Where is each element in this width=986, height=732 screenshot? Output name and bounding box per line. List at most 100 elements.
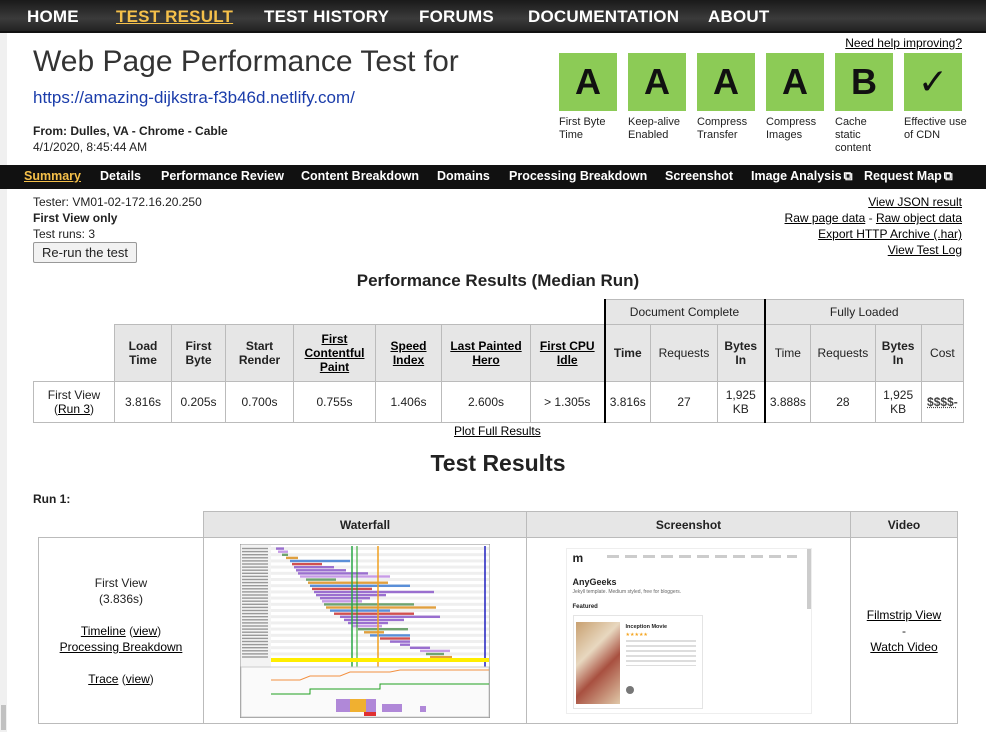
separator: -: [865, 211, 876, 225]
col-speed-index-link[interactable]: Speed Index: [390, 339, 426, 367]
cost-link[interactable]: $$$$-: [927, 395, 958, 409]
tab-image-analysis-label: Image Analysis: [751, 169, 842, 183]
nav-test-history[interactable]: TEST HISTORY: [264, 7, 389, 27]
trace-view-link[interactable]: view: [126, 672, 150, 686]
spacer: [33, 299, 605, 325]
grade-label: Keep-alive Enabled: [628, 116, 680, 141]
col-hero-link[interactable]: Last Painted Hero: [450, 339, 521, 367]
run-3-link[interactable]: Run 3: [58, 402, 90, 416]
row-label: First View (Run 3): [33, 381, 115, 423]
plot-full-results-link[interactable]: Plot Full Results: [454, 424, 541, 438]
col-cpu-idle-link[interactable]: First CPU Idle: [540, 339, 595, 367]
tested-url-link[interactable]: https://amazing-dijkstra-f3b46d.netlify.…: [33, 88, 355, 108]
col-fcp-link[interactable]: First Contentful Paint: [305, 332, 365, 374]
test-date: 4/1/2020, 8:45:44 AM: [33, 140, 148, 154]
row-label-text: First View: [47, 388, 101, 402]
screenshot-nav: [606, 554, 797, 558]
processing-breakdown-link[interactable]: Processing Breakdown: [60, 640, 183, 654]
tab-screenshot[interactable]: Screenshot: [665, 169, 733, 183]
col-doc-bytes: Bytes In: [717, 324, 765, 382]
grade-first-byte[interactable]: A: [559, 53, 617, 111]
first-view-time: (3.836s): [98, 591, 144, 606]
tab-summary[interactable]: Summary: [24, 169, 81, 183]
run-1-label: Run 1:: [33, 492, 71, 506]
filmstrip-view-link[interactable]: Filmstrip View: [867, 608, 941, 622]
raw-object-data-link[interactable]: Raw object data: [876, 211, 962, 225]
screenshot-card-title: Inception Movie: [625, 623, 668, 630]
col-last-painted-hero[interactable]: Last Painted Hero: [441, 324, 531, 382]
waterfall-thumbnail[interactable]: [240, 543, 490, 718]
grade-compress-transfer[interactable]: A: [697, 53, 755, 111]
nav-documentation[interactable]: DOCUMENTATION: [528, 7, 679, 27]
raw-page-data-link[interactable]: Raw page data: [785, 211, 866, 225]
cell-start-render: 0.700s: [225, 381, 294, 423]
tab-performance-review[interactable]: Performance Review: [161, 169, 284, 183]
screenshot-logo: m: [572, 550, 584, 565]
rerun-button[interactable]: Re-run the test: [33, 242, 137, 263]
timeline-view-link[interactable]: view: [133, 624, 157, 638]
view-info: First View only: [33, 211, 118, 225]
table-row: First View (Run 3) 3.816s 0.205s 0.700s 0…: [33, 381, 965, 423]
timeline-link[interactable]: Timeline: [81, 624, 126, 638]
page-scrollbar[interactable]: [0, 0, 7, 732]
nav-forums[interactable]: FORUMS: [419, 7, 494, 27]
screenshot-scrollbar: [806, 548, 811, 609]
grade-label: Cache static content: [835, 116, 872, 154]
performance-results-table: Document Complete Fully Loaded Load Time…: [33, 299, 965, 423]
screenshot-card-image: [575, 621, 620, 704]
col-doc-time: Time: [603, 324, 651, 382]
tab-image-analysis[interactable]: Image Analysis ⧉: [751, 169, 853, 184]
help-improving-link[interactable]: Need help improving?: [845, 36, 962, 50]
cell-hero: 2.600s: [441, 381, 531, 423]
export-har-link[interactable]: Export HTTP Archive (.har): [818, 227, 962, 241]
grade-cache-static[interactable]: B: [835, 53, 893, 111]
grade-label: Effective use of CDN: [904, 116, 967, 141]
view-json-link[interactable]: View JSON result: [868, 195, 962, 209]
grade-cdn-check-icon[interactable]: ✓: [904, 53, 962, 111]
external-link-icon: ⧉: [843, 169, 853, 183]
cell-full-time: 3.888s: [763, 381, 812, 423]
grade-compress-images[interactable]: A: [766, 53, 824, 111]
screenshot-cell[interactable]: m AnyGeeks Jekyll template. Medium style…: [526, 537, 851, 724]
spacer: [38, 511, 204, 538]
col-fcp[interactable]: First Contentful Paint: [293, 324, 376, 382]
cell-cost[interactable]: $$$$-: [920, 381, 965, 423]
top-navigation: HOME TEST RESULT TEST HISTORY FORUMS DOC…: [0, 0, 986, 33]
screenshot-tagline: Jekyll template. Medium styled, free for…: [572, 588, 682, 595]
nav-home[interactable]: HOME: [27, 7, 79, 27]
screenshot-avatar: [625, 685, 634, 694]
tab-request-map[interactable]: Request Map ⧉: [864, 169, 953, 184]
grade-keep-alive[interactable]: A: [628, 53, 686, 111]
cell-full-bytes: 1,925 KB: [874, 381, 922, 423]
first-view-cell: First View (3.836s) Timeline (view) Proc…: [38, 537, 204, 724]
col-speed-index[interactable]: Speed Index: [375, 324, 442, 382]
watch-video-link[interactable]: Watch Video: [870, 640, 937, 654]
view-test-log-link[interactable]: View Test Log: [888, 243, 962, 257]
col-doc-requests: Requests: [650, 324, 718, 382]
screenshot-site-title: AnyGeeks: [572, 576, 617, 587]
tab-domains[interactable]: Domains: [437, 169, 490, 183]
result-tabs: Summary Details Performance Review Conte…: [0, 165, 986, 189]
test-runs: Test runs: 3: [33, 227, 96, 241]
test-location: From: Dulles, VA - Chrome - Cable: [33, 124, 228, 138]
tab-details[interactable]: Details: [100, 169, 141, 183]
nav-test-result[interactable]: TEST RESULT: [116, 7, 233, 27]
tester-info: Tester: VM01-02-172.16.20.250: [33, 195, 202, 209]
tab-content-breakdown[interactable]: Content Breakdown: [301, 169, 419, 183]
nav-about[interactable]: ABOUT: [708, 7, 769, 27]
screenshot-card-stars: ★★★★★: [625, 631, 648, 638]
cell-cpu-idle: > 1.305s: [530, 381, 605, 423]
test-results-table: Waterfall Screenshot Video First View (3…: [38, 511, 958, 724]
from-label: From:: [33, 124, 67, 138]
tab-processing-breakdown[interactable]: Processing Breakdown: [509, 169, 647, 183]
waterfall-cell[interactable]: [203, 537, 527, 724]
cell-fcp: 0.755s: [293, 381, 376, 423]
cell-full-requests: 28: [810, 381, 876, 423]
from-value: Dulles, VA - Chrome - Cable: [70, 124, 228, 138]
raw-data-links: Raw page data - Raw object data: [785, 211, 962, 225]
trace-link[interactable]: Trace: [88, 672, 118, 686]
col-first-cpu-idle[interactable]: First CPU Idle: [530, 324, 605, 382]
col-first-byte: First Byte: [171, 324, 226, 382]
col-load-time: Load Time: [114, 324, 172, 382]
screenshot-thumbnail[interactable]: m AnyGeeks Jekyll template. Medium style…: [565, 547, 812, 714]
